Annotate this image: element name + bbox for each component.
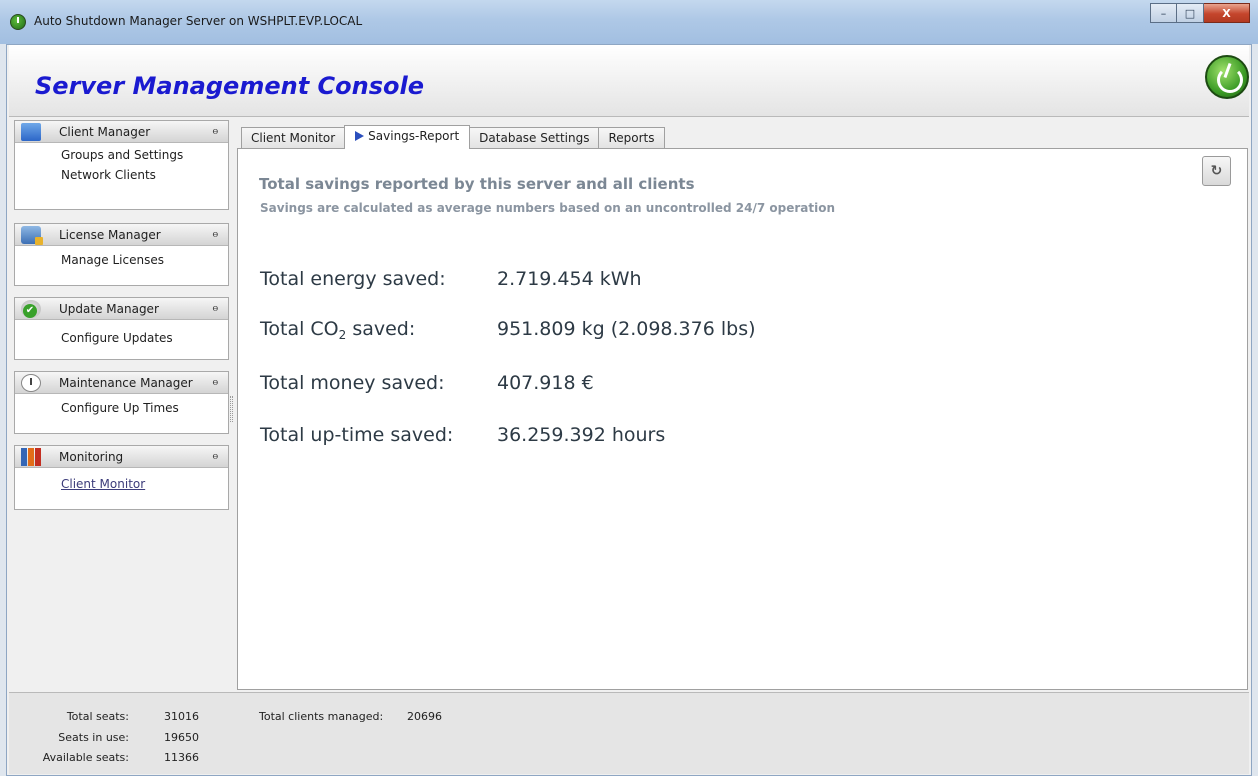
co2-label-suffix: saved:	[346, 318, 416, 340]
report-subtitle: Savings are calculated as average number…	[260, 201, 836, 215]
collapse-chevron-icon[interactable]: ⲑ	[213, 124, 218, 138]
seats-in-use-label: Seats in use:	[58, 731, 129, 744]
tab-reports[interactable]: Reports	[598, 127, 665, 149]
console-header: Server Management Console	[9, 45, 1249, 117]
app-power-icon	[10, 14, 26, 30]
metric-value: 2.719.454 kWh	[497, 268, 642, 290]
metric-label: Total money saved:	[260, 372, 445, 394]
group-label: Maintenance Manager	[59, 376, 193, 390]
savings-report-panel	[237, 148, 1248, 690]
window-title-bar: Auto Shutdown Manager Server on WSHPLT.E…	[0, 0, 1258, 44]
monitoring-chart-icon	[21, 448, 41, 466]
sidebar-item-configure-up-times[interactable]: Configure Up Times	[15, 398, 228, 418]
metric-money: Total money saved: 407.918 €	[260, 372, 594, 394]
tab-client-monitor[interactable]: Client Monitor	[241, 127, 346, 149]
sidebar-splitter-handle[interactable]	[230, 396, 233, 422]
group-client-manager: Client Manager ⲑ Groups and Settings Net…	[14, 120, 229, 210]
group-label: License Manager	[59, 228, 161, 242]
group-update-manager: Update Manager ⲑ Configure Updates	[14, 297, 229, 360]
group-label: Update Manager	[59, 302, 159, 316]
sidebar-item-configure-updates[interactable]: Configure Updates	[15, 328, 228, 348]
metric-value: 951.809 kg (2.098.376 lbs)	[497, 318, 756, 340]
total-seats-value: 31016	[164, 710, 199, 723]
metric-label: Total up-time saved:	[260, 424, 454, 446]
maximize-button[interactable]: □	[1177, 3, 1204, 23]
minimize-button[interactable]: –	[1150, 3, 1177, 23]
group-label: Client Manager	[59, 125, 151, 139]
metric-value: 36.259.392 hours	[497, 424, 666, 446]
group-maintenance-manager: Maintenance Manager ⲑ Configure Up Times	[14, 371, 229, 434]
metric-co2: Total CO2 saved: 951.809 kg (2.098.376 l…	[260, 318, 756, 342]
metric-energy: Total energy saved: 2.719.454 kWh	[260, 268, 642, 290]
tab-database-settings[interactable]: Database Settings	[469, 127, 600, 149]
tab-label: Savings-Report	[368, 129, 460, 143]
power-clock-logo-icon	[1205, 55, 1249, 99]
play-arrow-icon	[355, 131, 365, 141]
metric-uptime: Total up-time saved: 36.259.392 hours	[260, 424, 665, 446]
window-controls: – □ X	[1150, 3, 1250, 23]
seats-in-use-value: 19650	[164, 731, 199, 744]
console-title: Server Management Console	[35, 72, 424, 100]
update-manager-icon	[21, 300, 41, 318]
collapse-chevron-icon[interactable]: ⲑ	[213, 375, 218, 389]
refresh-button[interactable]: ↻	[1202, 156, 1231, 186]
total-seats-label: Total seats:	[66, 710, 129, 723]
report-title: Total savings reported by this server an…	[259, 175, 695, 193]
client-manager-icon	[21, 123, 41, 141]
clients-managed-value: 20696	[407, 710, 442, 723]
close-button[interactable]: X	[1204, 3, 1250, 23]
sidebar-item-groups-and-settings[interactable]: Groups and Settings	[15, 145, 228, 165]
license-manager-icon	[21, 226, 43, 245]
sidebar-item-client-monitor[interactable]: Client Monitor	[15, 474, 228, 494]
sidebar-item-manage-licenses[interactable]: Manage Licenses	[15, 250, 228, 270]
metric-label: Total CO2 saved:	[260, 318, 416, 342]
available-seats-value: 11366	[164, 751, 199, 764]
group-header-monitoring[interactable]: Monitoring ⲑ	[15, 446, 228, 468]
sidebar: Client Manager ⲑ Groups and Settings Net…	[14, 120, 229, 688]
maintenance-clock-icon	[21, 374, 41, 392]
refresh-icon: ↻	[1210, 163, 1223, 179]
metric-label: Total energy saved:	[260, 268, 446, 290]
tab-label: Reports	[608, 131, 655, 145]
window-title: Auto Shutdown Manager Server on WSHPLT.E…	[34, 14, 363, 28]
group-monitoring: Monitoring ⲑ Client Monitor	[14, 445, 229, 510]
collapse-chevron-icon[interactable]: ⲑ	[213, 227, 218, 241]
tab-bar: Client Monitor Savings-Report Database S…	[241, 125, 665, 149]
group-header-maintenance-manager[interactable]: Maintenance Manager ⲑ	[15, 372, 228, 394]
tab-label: Client Monitor	[251, 131, 336, 145]
clients-managed-label: Total clients managed:	[259, 710, 384, 723]
group-header-license-manager[interactable]: License Manager ⲑ	[15, 224, 228, 246]
collapse-chevron-icon[interactable]: ⲑ	[213, 449, 218, 463]
group-license-manager: License Manager ⲑ Manage Licenses	[14, 223, 229, 286]
tab-savings-report[interactable]: Savings-Report	[344, 125, 471, 149]
tab-label: Database Settings	[479, 131, 590, 145]
group-label: Monitoring	[59, 450, 124, 464]
collapse-chevron-icon[interactable]: ⲑ	[213, 301, 218, 315]
co2-label-prefix: Total CO	[260, 318, 339, 340]
group-header-client-manager[interactable]: Client Manager ⲑ	[15, 121, 228, 143]
group-header-update-manager[interactable]: Update Manager ⲑ	[15, 298, 228, 320]
status-area: Total seats: 31016 Seats in use: 19650 A…	[9, 692, 1249, 774]
metric-value: 407.918 €	[497, 372, 594, 394]
available-seats-label: Available seats:	[42, 751, 129, 764]
sidebar-item-network-clients[interactable]: Network Clients	[15, 165, 228, 185]
